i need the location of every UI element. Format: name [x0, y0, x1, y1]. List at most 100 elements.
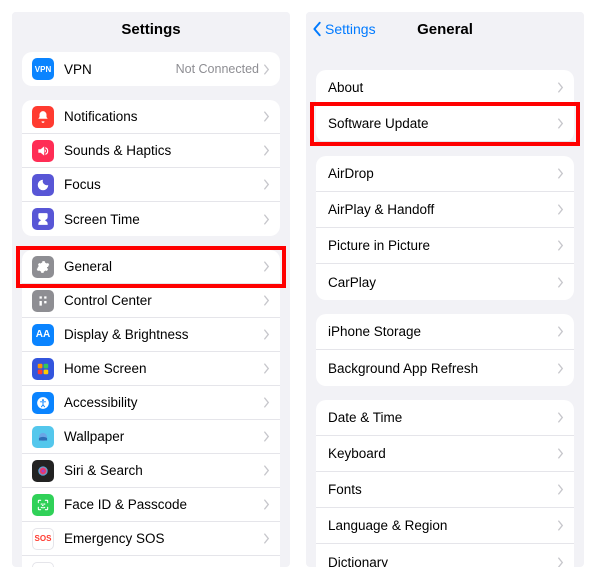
- general-title: General: [417, 21, 473, 38]
- sounds-icon: [32, 140, 54, 162]
- settings-row-control-center[interactable]: Control Center: [22, 284, 280, 318]
- settings-row-wallpaper[interactable]: Wallpaper: [22, 420, 280, 454]
- general-row-fonts[interactable]: Fonts: [316, 472, 574, 508]
- settings-group: Notifications Sounds & Haptics Focus Screen…: [22, 100, 280, 236]
- row-label: Face ID & Passcode: [64, 497, 263, 512]
- settings-row-focus[interactable]: Focus: [22, 168, 280, 202]
- row-label: Fonts: [328, 482, 557, 497]
- chevron-right-icon: [263, 363, 270, 374]
- chevron-right-icon: [557, 520, 564, 531]
- general-group: AirDrop AirPlay & Handoff Picture in Pictu…: [316, 156, 574, 300]
- general-row-background-app-refresh[interactable]: Background App Refresh: [316, 350, 574, 386]
- display-icon: AA: [32, 324, 54, 346]
- general-group: Date & Time Keyboard Fonts Language & Regio…: [316, 400, 574, 567]
- focus-icon: [32, 174, 54, 196]
- general-row-carplay[interactable]: CarPlay: [316, 264, 574, 300]
- general-row-language-region[interactable]: Language & Region: [316, 508, 574, 544]
- general-header: Settings General: [306, 12, 584, 46]
- settings-row-notifications[interactable]: Notifications: [22, 100, 280, 134]
- general-row-software-update[interactable]: Software Update: [316, 106, 574, 142]
- chevron-right-icon: [557, 204, 564, 215]
- row-label: iPhone Storage: [328, 324, 557, 339]
- back-label: Settings: [325, 21, 376, 37]
- settings-row-siri-search[interactable]: Siri & Search: [22, 454, 280, 488]
- row-label: Emergency SOS: [64, 531, 263, 546]
- general-row-about[interactable]: About: [316, 70, 574, 106]
- back-button[interactable]: Settings: [312, 12, 376, 46]
- row-label: AirPlay & Handoff: [328, 202, 557, 217]
- row-label: Exposure Notifications: [64, 565, 263, 567]
- row-label: Control Center: [64, 293, 263, 308]
- row-label: Keyboard: [328, 446, 557, 461]
- siri-icon: [32, 460, 54, 482]
- row-label: VPN: [64, 62, 176, 77]
- settings-list: VPNVPNNot ConnectedNotificationsSounds &…: [12, 46, 290, 567]
- row-label: Dictionary: [328, 555, 557, 568]
- row-label: Accessibility: [64, 395, 263, 410]
- row-label: Siri & Search: [64, 463, 263, 478]
- row-label: Home Screen: [64, 361, 263, 376]
- chevron-right-icon: [557, 168, 564, 179]
- general-row-date-time[interactable]: Date & Time: [316, 400, 574, 436]
- chevron-right-icon: [557, 557, 564, 568]
- general-pane: Settings General About Software Update Air…: [306, 12, 584, 567]
- chevron-right-icon: [263, 397, 270, 408]
- settings-header: Settings: [12, 12, 290, 46]
- chevron-right-icon: [557, 448, 564, 459]
- general-row-airplay-handoff[interactable]: AirPlay & Handoff: [316, 192, 574, 228]
- screentime-icon: [32, 208, 54, 230]
- settings-row-emergency-sos[interactable]: SOSEmergency SOS: [22, 522, 280, 556]
- row-label: Background App Refresh: [328, 361, 557, 376]
- wallpaper-icon: [32, 426, 54, 448]
- exposure-icon: [32, 562, 54, 568]
- chevron-right-icon: [263, 214, 270, 225]
- chevron-right-icon: [557, 277, 564, 288]
- chevron-right-icon: [557, 82, 564, 93]
- settings-row-screen-time[interactable]: Screen Time: [22, 202, 280, 236]
- chevron-right-icon: [263, 533, 270, 544]
- settings-group: General Control Center AADisplay & Brightn…: [22, 250, 280, 567]
- chevron-right-icon: [263, 179, 270, 190]
- general-row-dictionary[interactable]: Dictionary: [316, 544, 574, 567]
- chevron-right-icon: [263, 261, 270, 272]
- chevron-right-icon: [263, 329, 270, 340]
- row-label: Screen Time: [64, 212, 263, 227]
- general-group: iPhone Storage Background App Refresh: [316, 314, 574, 386]
- settings-row-accessibility[interactable]: Accessibility: [22, 386, 280, 420]
- settings-row-vpn[interactable]: VPNVPNNot Connected: [22, 52, 280, 86]
- notifications-icon: [32, 106, 54, 128]
- chevron-right-icon: [263, 111, 270, 122]
- general-row-airdrop[interactable]: AirDrop: [316, 156, 574, 192]
- settings-row-home-screen[interactable]: Home Screen: [22, 352, 280, 386]
- settings-group: VPNVPNNot Connected: [22, 52, 280, 86]
- row-label: General: [64, 259, 263, 274]
- chevron-right-icon: [557, 240, 564, 251]
- row-label: Software Update: [328, 116, 557, 131]
- row-label: Notifications: [64, 109, 263, 124]
- row-label: AirDrop: [328, 166, 557, 181]
- settings-row-display-brightness[interactable]: AADisplay & Brightness: [22, 318, 280, 352]
- chevron-right-icon: [557, 412, 564, 423]
- general-row-iphone-storage[interactable]: iPhone Storage: [316, 314, 574, 350]
- row-label: CarPlay: [328, 275, 557, 290]
- chevron-right-icon: [557, 326, 564, 337]
- settings-row-general[interactable]: General: [22, 250, 280, 284]
- general-row-keyboard[interactable]: Keyboard: [316, 436, 574, 472]
- row-label: Date & Time: [328, 410, 557, 425]
- vpn-icon: VPN: [32, 58, 54, 80]
- row-label: Focus: [64, 177, 263, 192]
- chevron-right-icon: [263, 64, 270, 75]
- row-label: Picture in Picture: [328, 238, 557, 253]
- general-row-picture-in-picture[interactable]: Picture in Picture: [316, 228, 574, 264]
- accessibility-icon: [32, 392, 54, 414]
- settings-row-face-id-passcode[interactable]: Face ID & Passcode: [22, 488, 280, 522]
- settings-row-sounds-haptics[interactable]: Sounds & Haptics: [22, 134, 280, 168]
- row-label: Sounds & Haptics: [64, 143, 263, 158]
- settings-row-exposure-notifications[interactable]: Exposure Notifications: [22, 556, 280, 567]
- faceid-icon: [32, 494, 54, 516]
- chevron-right-icon: [557, 484, 564, 495]
- row-detail: Not Connected: [176, 62, 259, 76]
- chevron-right-icon: [263, 295, 270, 306]
- chevron-right-icon: [557, 363, 564, 374]
- settings-pane: Settings VPNVPNNot ConnectedNotification…: [12, 12, 290, 567]
